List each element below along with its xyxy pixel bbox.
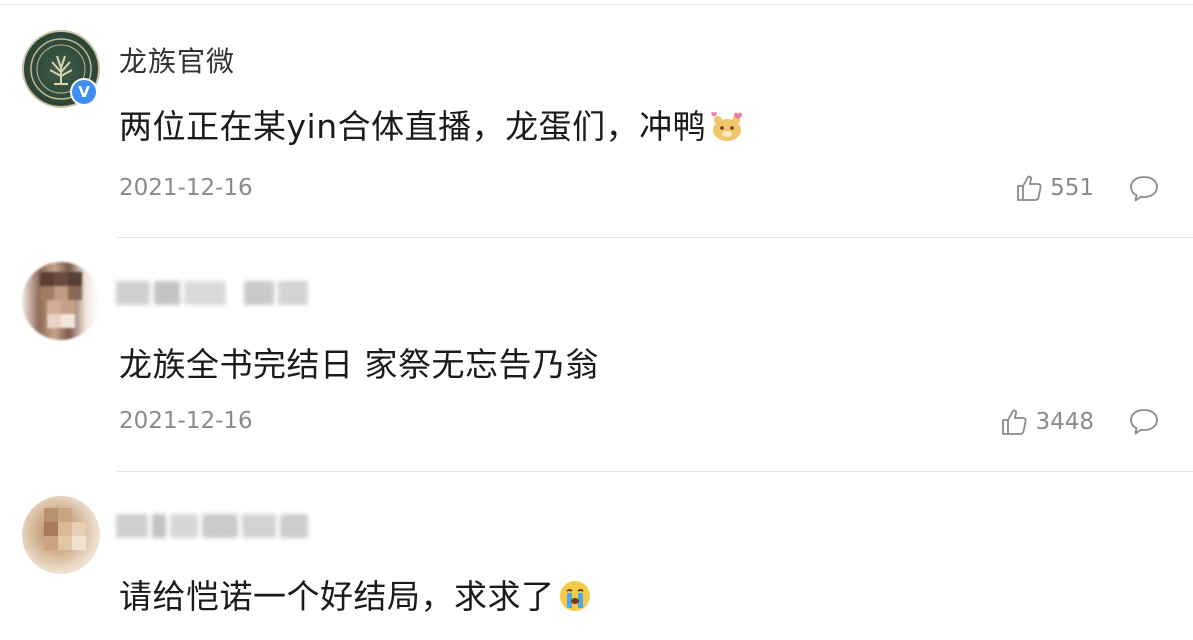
reply-button[interactable]: [1128, 407, 1160, 441]
comment-date: 2021-12-16: [119, 408, 253, 434]
like-button[interactable]: 3448: [999, 407, 1094, 437]
thumbs-up-icon: [1017, 175, 1042, 201]
comment-list: V 龙族官微 两位正在某yin合体直播，龙蛋们，冲鸭 2021-12-16 55…: [0, 0, 1193, 640]
like-count: 3448: [1035, 409, 1094, 435]
crying-face-emoji-icon: [557, 578, 593, 614]
verified-badge-icon: V: [70, 78, 98, 106]
avatar[interactable]: [22, 262, 100, 340]
comment-divider: [117, 471, 1193, 472]
hamster-heart-emoji-icon: [708, 109, 746, 143]
like-count: 551: [1050, 175, 1094, 201]
like-button[interactable]: 551: [1014, 173, 1094, 203]
username[interactable]: 龙族官微: [119, 40, 235, 80]
comment-text: 两位正在某yin合体直播，龙蛋们，冲鸭: [119, 100, 746, 148]
thumbs-up-icon: [1002, 409, 1027, 435]
comment-divider: [117, 237, 1193, 238]
avatar[interactable]: [22, 496, 100, 574]
comment-date: 2021-12-16: [119, 175, 253, 201]
reply-button[interactable]: [1128, 174, 1160, 208]
speech-bubble-icon: [1130, 176, 1158, 202]
comment-item-1: V 龙族官微 两位正在某yin合体直播，龙蛋们，冲鸭 2021-12-16 55…: [0, 0, 1193, 238]
speech-bubble-icon: [1130, 409, 1158, 435]
comment-text: 请给恺诺一个好结局，求求了: [119, 570, 593, 618]
username-redacted[interactable]: [116, 278, 308, 308]
comment-text: 龙族全书完结日 家祭无忘告乃翁: [119, 345, 599, 384]
username-redacted[interactable]: [116, 511, 308, 541]
